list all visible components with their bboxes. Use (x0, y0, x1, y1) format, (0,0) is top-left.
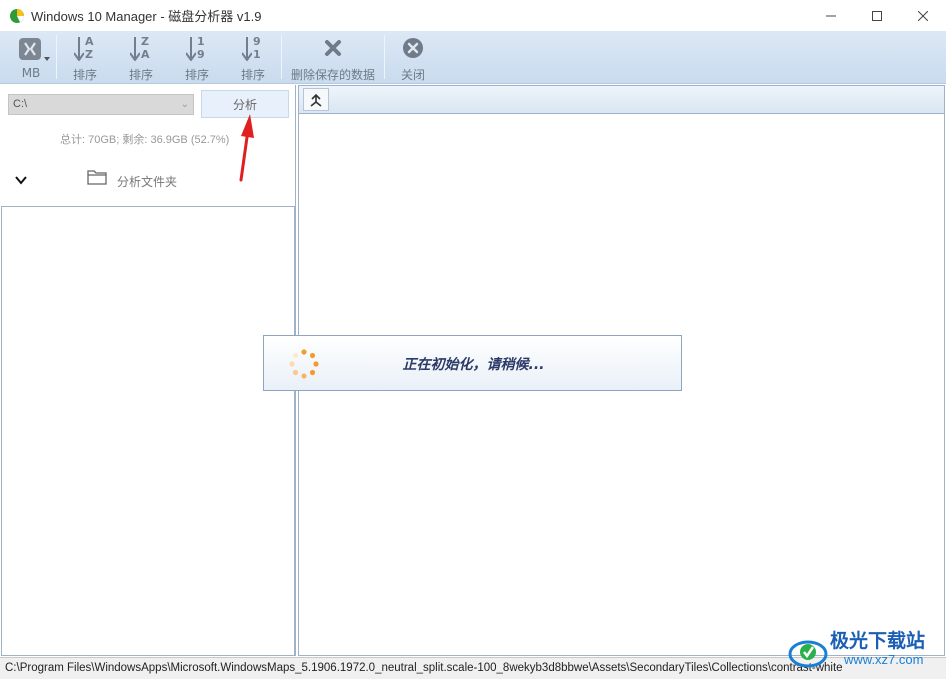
sort-name-desc-button[interactable]: Z A 排序 (113, 31, 169, 83)
watermark: 极光下载站 www.xz7.com (786, 622, 946, 676)
sort-size-desc-button[interactable]: 9 1 排序 (225, 31, 281, 83)
minimize-icon (826, 15, 836, 16)
results-header (298, 85, 945, 114)
sort-label: 排序 (240, 68, 265, 82)
annotation-arrow-icon (239, 114, 254, 182)
toolbar: MB A Z 排序 Z A 排序 1 9 排序 9 1 排序 删除保存的数据 关… (0, 31, 946, 84)
unit-icon (19, 38, 41, 60)
close-window-button[interactable] (900, 0, 946, 31)
watermark-logo-icon (788, 640, 828, 668)
sort-down-icon: 1 9 (184, 35, 210, 63)
close-tool-button[interactable]: 关闭 (385, 31, 441, 83)
x-mark-icon (325, 40, 341, 56)
close-icon (918, 10, 928, 21)
watermark-url: www.xz7.com (844, 652, 924, 667)
chevron-down-icon: ⌄ (180, 99, 189, 110)
parent-folder-button[interactable] (303, 88, 329, 111)
up-arrow-icon (310, 93, 322, 107)
loading-message: 正在初始化，请稍候... (402, 357, 545, 373)
delete-saved-data-button[interactable]: 删除保存的数据 (282, 31, 384, 83)
drive-select[interactable]: C:\ ⌄ (8, 94, 194, 115)
dropdown-arrow-icon (44, 57, 50, 61)
sort-down-icon: A Z (72, 35, 98, 63)
app-pie-icon (9, 8, 25, 24)
close-tool-label: 关闭 (400, 68, 425, 82)
title-bar: Windows 10 Manager - 磁盘分析器 v1.9 (0, 0, 946, 31)
sort-label: 排序 (184, 68, 209, 82)
unit-dropdown-button[interactable]: MB (6, 31, 56, 83)
status-path: C:\Program Files\WindowsApps\Microsoft.W… (5, 662, 843, 674)
sort-label: 排序 (128, 68, 153, 82)
folder-icon (87, 170, 107, 185)
chevron-down-icon[interactable] (14, 173, 28, 187)
delete-saved-data-label: 删除保存的数据 (290, 68, 375, 82)
watermark-brand: 极光下载站 (830, 630, 926, 652)
sort-size-asc-button[interactable]: 1 9 排序 (169, 31, 225, 83)
sort-label: 排序 (72, 68, 97, 82)
drive-select-value: C:\ (13, 98, 28, 110)
loading-dialog: 正在初始化，请稍候... (263, 335, 682, 391)
sort-down-icon: 9 1 (240, 35, 266, 63)
maximize-icon (872, 10, 882, 21)
minimize-button[interactable] (808, 0, 854, 31)
analyze-folder-label: 分析文件夹 (117, 175, 178, 189)
folder-tree[interactable] (1, 206, 295, 656)
unit-label: MB (21, 66, 41, 80)
window-title: Windows 10 Manager - 磁盘分析器 v1.9 (31, 9, 262, 24)
maximize-button[interactable] (854, 0, 900, 31)
sort-name-asc-button[interactable]: A Z 排序 (57, 31, 113, 83)
sort-down-icon: Z A (128, 35, 154, 63)
close-circle-icon (403, 38, 423, 58)
